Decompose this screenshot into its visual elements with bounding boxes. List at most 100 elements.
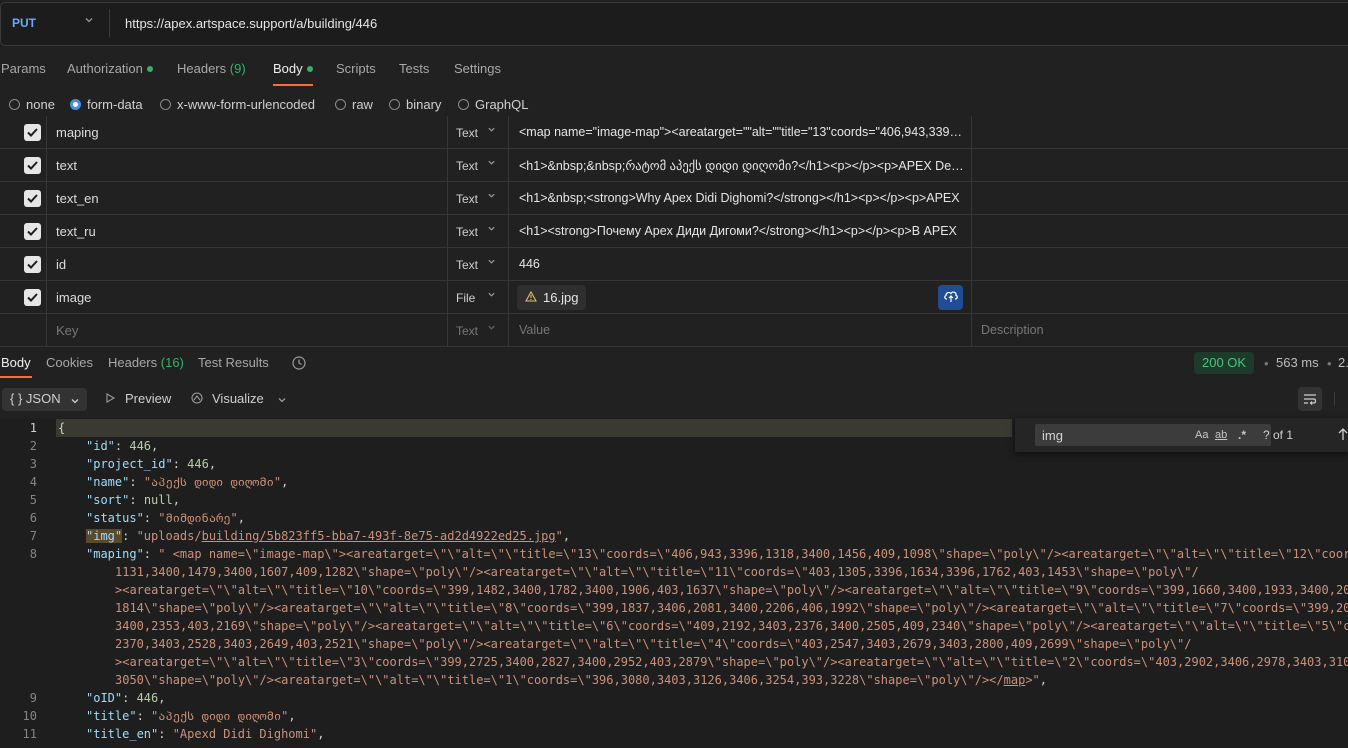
upload-button[interactable] (938, 285, 963, 310)
table-row: maping Text <map name="image-map"><areat… (0, 116, 1348, 149)
value-input[interactable]: Value (519, 323, 967, 337)
status-dot (146, 65, 153, 72)
line-number: 8 (29, 547, 37, 561)
line-number: 11 (22, 727, 37, 741)
description-input[interactable]: Description (981, 323, 1281, 337)
row-key[interactable]: id (56, 257, 66, 272)
code-line: "maping": " <map name=\"image-map\"><are… (86, 547, 1348, 561)
response-tab-test-results[interactable]: Test Results (198, 355, 269, 370)
format-select[interactable]: { } JSON (2, 388, 87, 411)
url-input[interactable]: https://apex.artspace.support/a/building… (125, 16, 377, 31)
key-input[interactable]: Key (56, 323, 78, 338)
row-value[interactable]: <h1>&nbsp;&nbsp;რატომ აპექს დიდი დიღომი?… (519, 158, 967, 173)
regex-toggle[interactable]: .* (1238, 428, 1246, 442)
row-type[interactable]: Text (456, 225, 478, 239)
row-type[interactable]: Text (456, 258, 478, 272)
status-badge[interactable]: 200 OK (1194, 352, 1255, 374)
active-tab-indicator (0, 376, 32, 378)
row-value[interactable]: 446 (519, 257, 967, 271)
row-value[interactable]: <h1><strong>Почему Apex Диди Дигоми?</st… (519, 224, 967, 238)
code-line: "status": "მიმდინარე", (86, 511, 245, 525)
play-icon (104, 392, 116, 407)
wrap-icon (1302, 392, 1318, 409)
response-time[interactable]: 563 ms (1276, 355, 1319, 370)
radio-binary[interactable] (389, 99, 400, 110)
match-case-toggle[interactable]: Aa (1195, 429, 1208, 441)
chevron-down-icon[interactable] (487, 158, 496, 170)
chevron-down-icon[interactable] (487, 290, 496, 302)
row-key[interactable]: text (56, 158, 77, 173)
chevron-down-icon[interactable] (487, 323, 496, 335)
response-tab-cookies[interactable]: Cookies (46, 355, 93, 370)
row-type[interactable]: Text (456, 159, 478, 173)
radio-graphql[interactable] (458, 99, 469, 110)
radio-raw-label[interactable]: raw (352, 97, 373, 112)
tab-params[interactable]: Params (1, 61, 46, 76)
row-checkbox[interactable] (24, 124, 41, 141)
history-icon[interactable] (291, 355, 307, 374)
preview-button[interactable]: Preview (125, 391, 171, 406)
radio-urlencoded-label[interactable]: x-www-form-urlencoded (177, 97, 315, 112)
row-key[interactable]: text_en (56, 191, 99, 206)
arrow-up-icon[interactable] (1337, 427, 1348, 444)
line-number: 9 (29, 691, 37, 705)
response-tab-headers[interactable]: Headers (16) (108, 355, 184, 370)
chevron-down-icon[interactable] (487, 191, 496, 203)
tab-tests[interactable]: Tests (399, 61, 429, 76)
code-line: ><areatarget=\"\"alt=\"\"title=\"3\"coor… (115, 655, 1348, 669)
cloud-upload-icon (943, 289, 959, 306)
radio-none[interactable] (9, 99, 20, 110)
code-line: "name": "აპექს დიდი დიღომი", (86, 475, 289, 489)
row-value[interactable]: <map name="image-map"><areatarget=""alt=… (519, 125, 967, 139)
tab-body[interactable]: Body (273, 61, 313, 76)
row-type[interactable]: Text (456, 126, 478, 140)
radio-form-data[interactable] (70, 99, 81, 110)
code-line: 3400,2353,403,2169\"shape=\"poly\"/><are… (115, 619, 1348, 633)
row-checkbox[interactable] (24, 190, 41, 207)
type-select[interactable]: Text (456, 324, 478, 338)
wrap-lines-button[interactable] (1298, 387, 1322, 411)
whole-word-toggle[interactable]: ab (1215, 429, 1227, 441)
method-select[interactable]: PUT (12, 16, 36, 30)
table-row: text_en Text <h1>&nbsp;<strong>Why Apex … (0, 182, 1348, 215)
tab-scripts[interactable]: Scripts (336, 61, 376, 76)
row-type[interactable]: File (456, 291, 475, 305)
row-key[interactable]: text_ru (56, 224, 96, 239)
row-checkbox[interactable] (24, 289, 41, 306)
radio-raw[interactable] (335, 99, 346, 110)
chevron-down-icon[interactable] (84, 14, 94, 28)
response-size[interactable]: 2. (1338, 355, 1348, 370)
tab-body-label: Body (273, 61, 303, 76)
chevron-down-icon[interactable] (277, 393, 287, 408)
row-checkbox[interactable] (24, 256, 41, 273)
chevron-down-icon[interactable] (487, 125, 496, 137)
response-tab-headers-label: Headers (108, 355, 158, 370)
line-number: 4 (29, 475, 37, 489)
radio-none-label[interactable]: none (26, 97, 55, 112)
chevron-down-icon[interactable] (487, 257, 496, 269)
row-checkbox[interactable] (24, 223, 41, 240)
tab-authorization[interactable]: Authorization (67, 61, 153, 76)
radio-form-data-label[interactable]: form-data (87, 97, 143, 112)
tab-headers[interactable]: Headers (9) (177, 61, 246, 76)
radio-urlencoded[interactable] (160, 99, 171, 110)
row-key[interactable]: image (56, 290, 91, 305)
row-value[interactable]: <h1>&nbsp;<strong>Why Apex Didi Dighomi?… (519, 191, 967, 205)
code-line: "sort": null, (86, 493, 180, 507)
radio-binary-label[interactable]: binary (406, 97, 441, 112)
code-line: 1814\"shape=\"poly\"/><areatarget=\"\"al… (115, 601, 1348, 615)
tab-authorization-label: Authorization (67, 61, 143, 76)
chevron-down-icon[interactable] (487, 224, 496, 236)
file-chip[interactable]: 16.jpg (517, 285, 587, 310)
tab-settings[interactable]: Settings (454, 61, 501, 76)
response-tab-body[interactable]: Body (1, 355, 31, 370)
row-type[interactable]: Text (456, 192, 478, 206)
radio-graphql-label[interactable]: GraphQL (475, 97, 528, 112)
row-checkbox[interactable] (24, 157, 41, 174)
row-key[interactable]: maping (56, 125, 99, 140)
visualize-button[interactable]: Visualize (212, 391, 264, 406)
code-line: "title": "აპექს დიდი დიღომი", (86, 709, 296, 723)
table-row-empty: Key Text Value Description (0, 314, 1348, 347)
line-number: 5 (29, 493, 37, 507)
find-input[interactable]: img Aa ab .* (1035, 424, 1271, 446)
